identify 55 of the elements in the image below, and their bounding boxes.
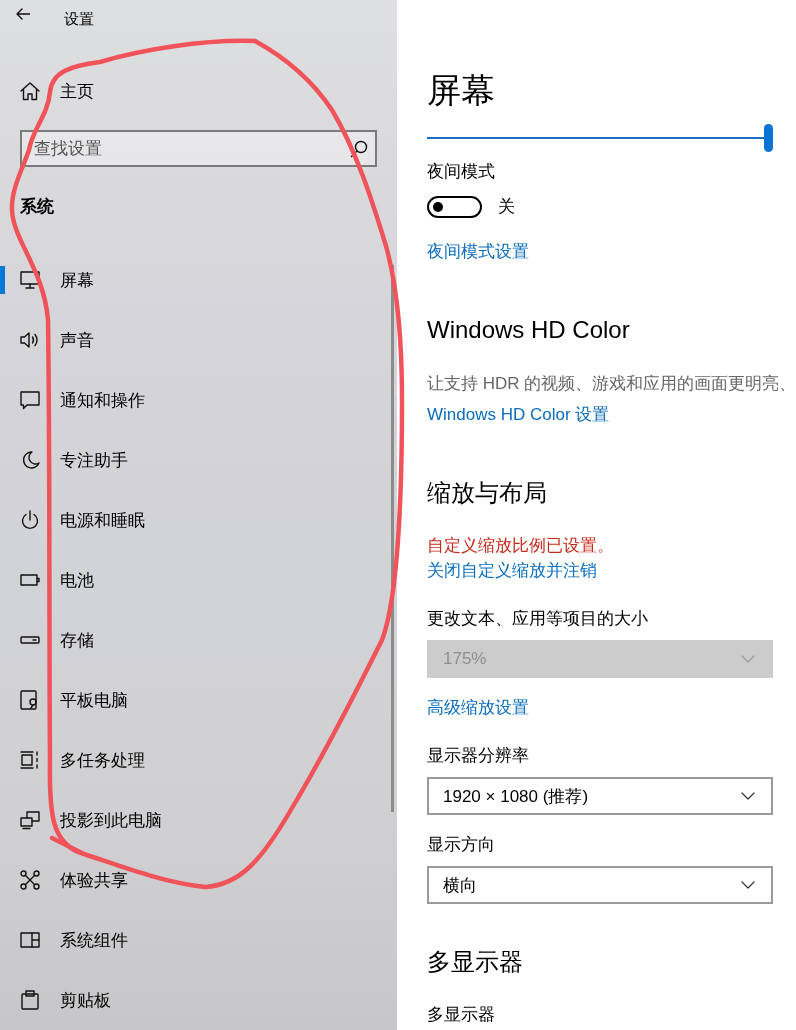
- text-link[interactable]: 高级缩放设置: [427, 698, 529, 718]
- tablet-icon: [20, 690, 40, 710]
- home-nav-item[interactable]: 主页: [0, 72, 388, 110]
- slider-thumb[interactable]: [764, 124, 773, 152]
- sidebar-item[interactable]: 声音: [0, 326, 388, 354]
- sidebar-item[interactable]: 平板电脑: [0, 686, 388, 714]
- sidebar-item[interactable]: 电池: [0, 566, 388, 594]
- page-title: 屏幕: [427, 70, 495, 110]
- panel-icon: [20, 930, 40, 950]
- setting-label: 显示方向: [427, 835, 495, 855]
- monitor-icon: [20, 270, 40, 290]
- window-stack-icon: [20, 750, 40, 770]
- home-icon: [20, 81, 40, 101]
- sidebar-item[interactable]: 屏幕: [0, 266, 388, 294]
- clipboard-icon: [20, 990, 40, 1010]
- window-title: 设置: [64, 9, 94, 29]
- text-link[interactable]: Windows HD Color 设置: [427, 405, 610, 425]
- search-field[interactable]: 查找设置: [20, 130, 377, 167]
- scrollbar-thumb[interactable]: [391, 265, 394, 812]
- warning-text: 自定义缩放比例已设置。: [427, 536, 614, 556]
- toggle-switch[interactable]: [427, 196, 482, 218]
- left-arrow-icon[interactable]: [16, 8, 30, 20]
- setting-label: 夜间模式: [427, 162, 495, 182]
- sidebar-item[interactable]: 投影到此电脑: [0, 806, 388, 834]
- sidebar-item[interactable]: 电源和睡眠: [0, 506, 388, 534]
- sidebar-item[interactable]: 通知和操作: [0, 386, 388, 414]
- setting-label: 多显示器: [427, 1005, 495, 1025]
- speaker-icon: [20, 330, 40, 350]
- screens-icon: [20, 810, 40, 830]
- sidebar-item[interactable]: 剪贴板: [0, 986, 388, 1014]
- sidebar-item[interactable]: 系统组件: [0, 926, 388, 954]
- sidebar-item[interactable]: 体验共享: [0, 866, 388, 894]
- speech-bubble-icon: [20, 390, 40, 410]
- text-link[interactable]: 关闭自定义缩放并注销: [427, 561, 597, 581]
- description-text: 让支持 HDR 的视频、游戏和应用的画面更明亮、: [427, 374, 796, 394]
- dropdown[interactable]: 1920 × 1080 (推荐): [427, 777, 773, 815]
- sidebar-item[interactable]: 多任务处理: [0, 746, 388, 774]
- section-heading: 多显示器: [427, 947, 523, 977]
- chevron-down-icon: [741, 792, 755, 800]
- nodes-icon: [20, 870, 40, 890]
- section-heading: Windows HD Color: [427, 315, 630, 345]
- moon-icon: [20, 450, 40, 470]
- setting-label: 更改文本、应用等项目的大小: [427, 609, 648, 629]
- chevron-down-icon: [741, 655, 755, 663]
- sidebar-item[interactable]: 专注助手: [0, 446, 388, 474]
- chevron-down-icon: [741, 881, 755, 889]
- setting-label: 显示器分辨率: [427, 746, 529, 766]
- text-link[interactable]: 夜间模式设置: [427, 242, 529, 262]
- sidebar-item[interactable]: 存储: [0, 626, 388, 654]
- toggle-state-label: 关: [498, 197, 515, 217]
- dropdown[interactable]: 横向: [427, 866, 773, 904]
- search-icon[interactable]: [350, 140, 368, 158]
- power-icon: [20, 510, 40, 530]
- section-heading: 缩放与布局: [427, 478, 547, 508]
- category-heading: 系统: [20, 196, 55, 218]
